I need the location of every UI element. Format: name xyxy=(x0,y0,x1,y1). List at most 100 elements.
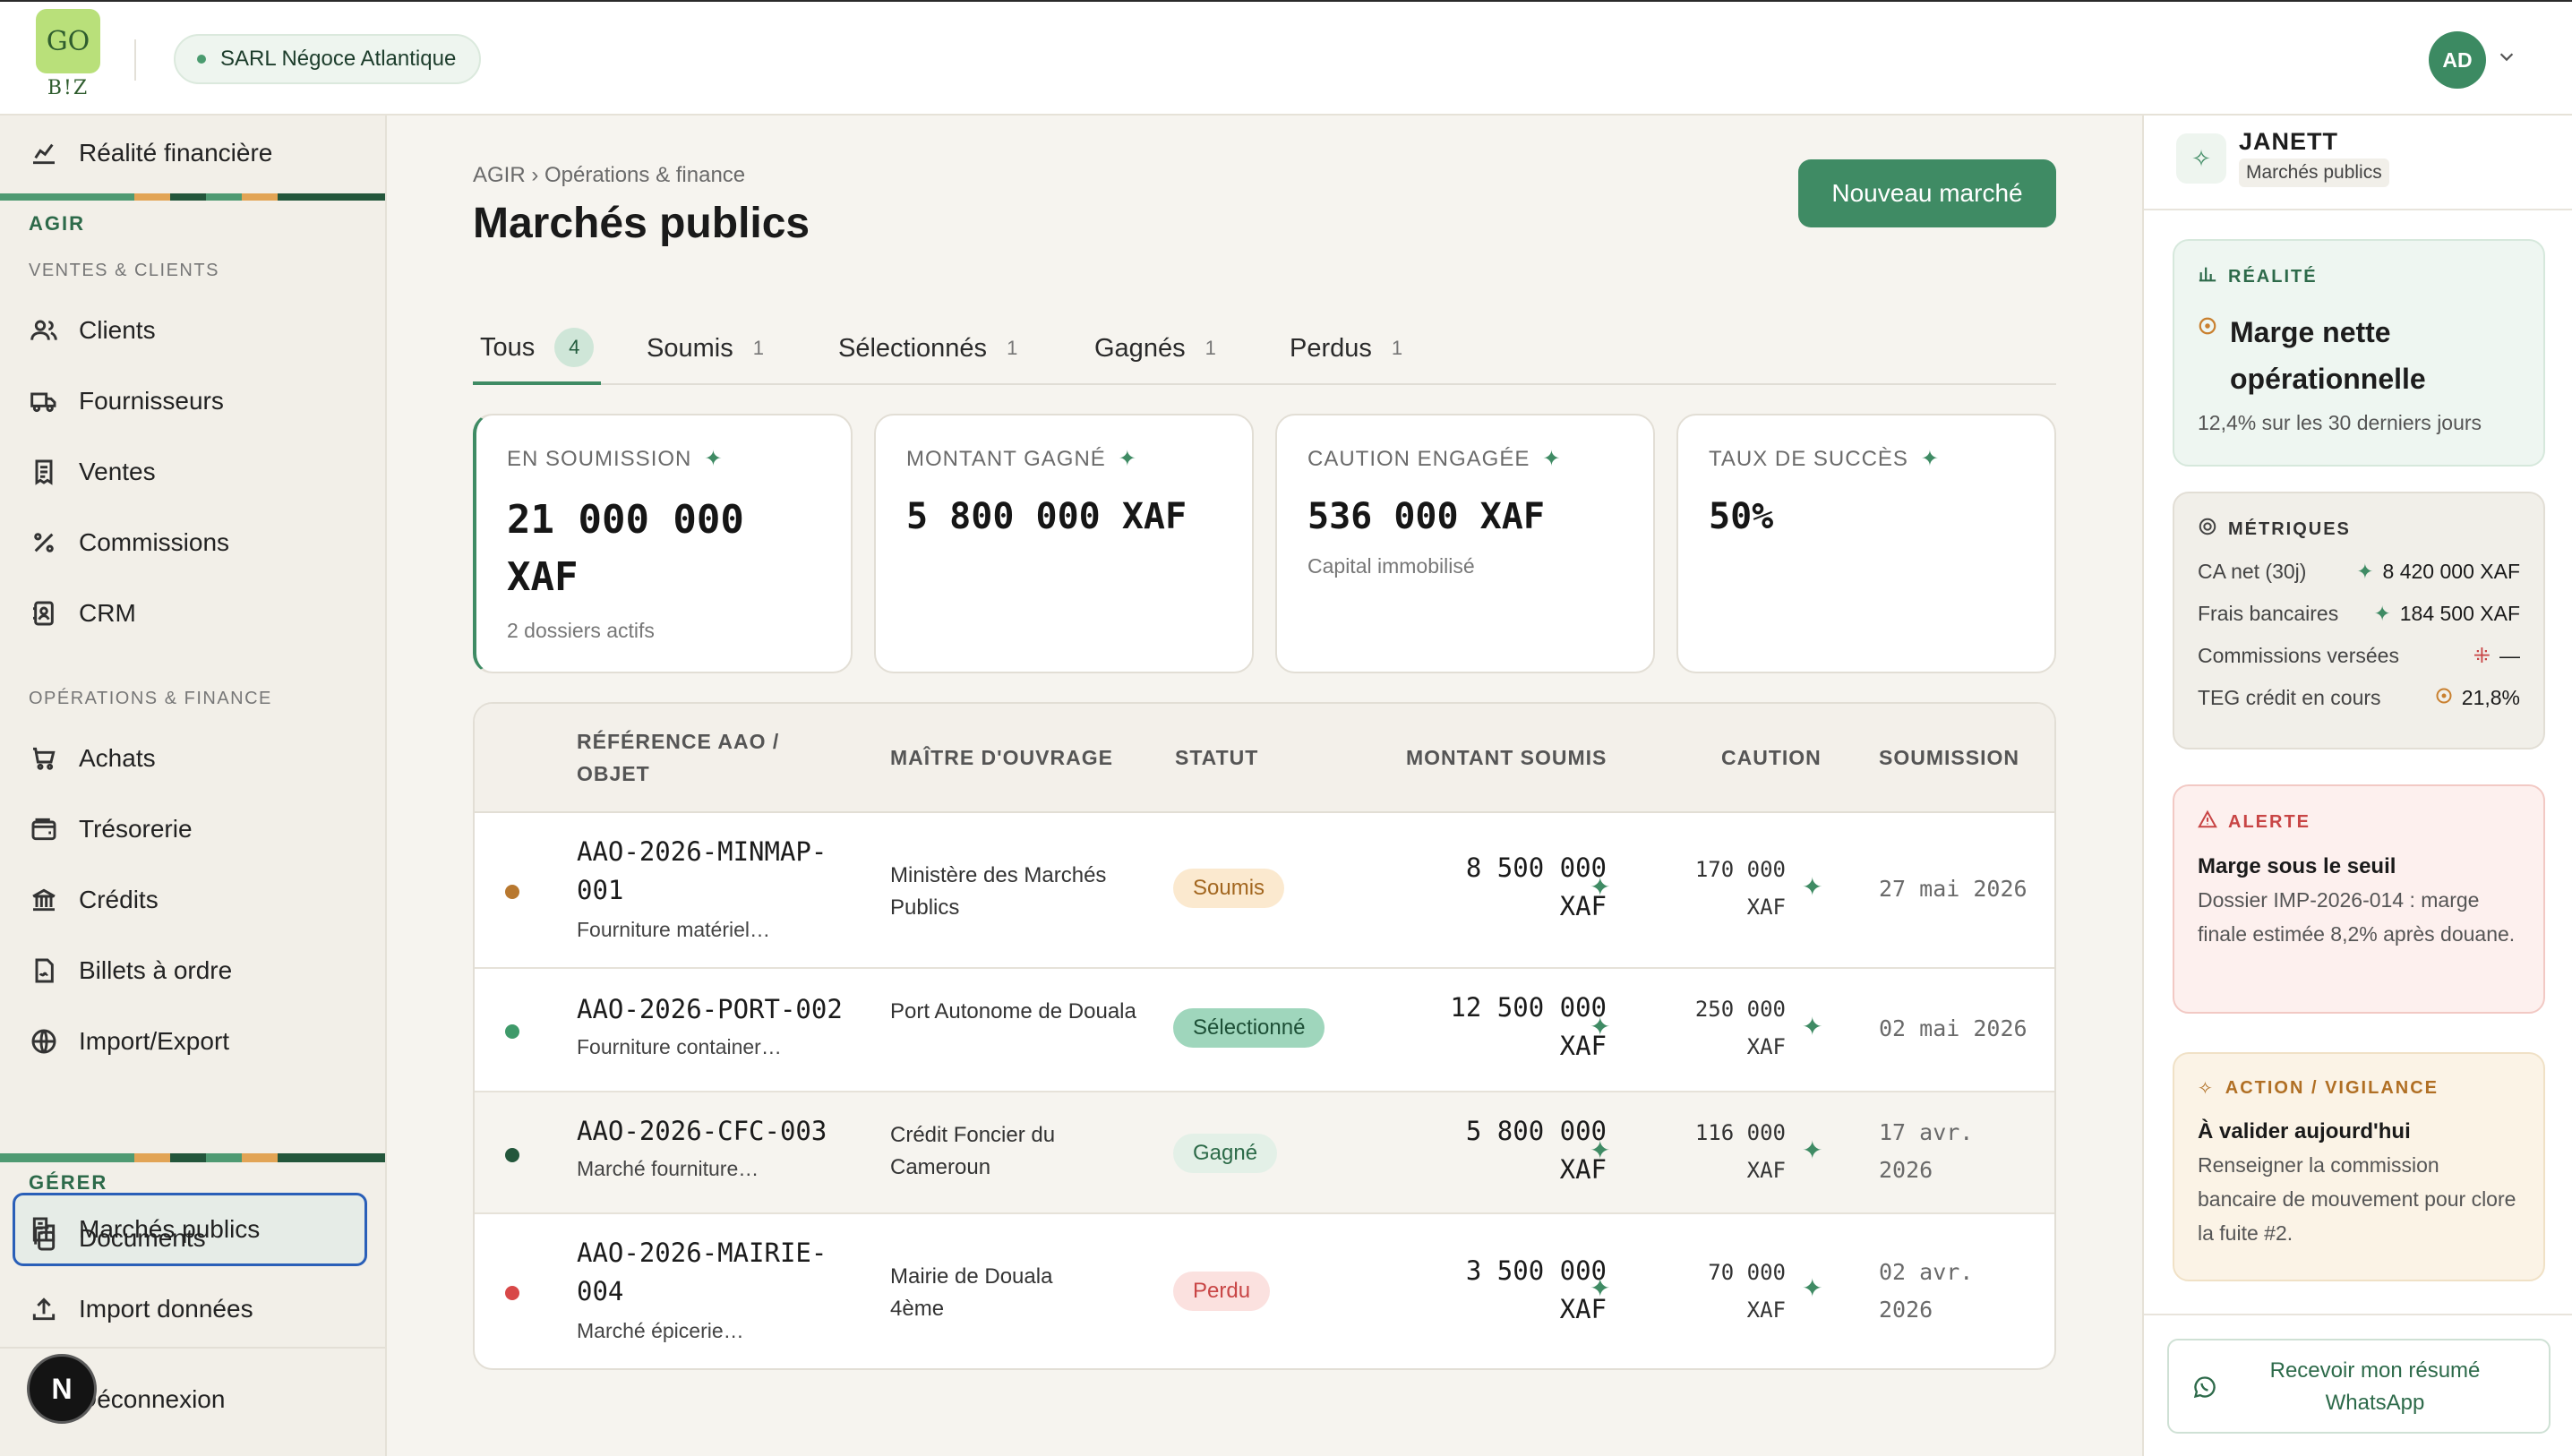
sidebar-item-tresorerie[interactable]: Trésorerie xyxy=(29,806,193,852)
status-badge: Sélectionné xyxy=(1173,1008,1325,1048)
assistant-fab[interactable]: N xyxy=(27,1354,97,1424)
row-reference: AAO-2026-CFC-003 Marché fourniture… xyxy=(577,1112,863,1183)
copy-icon xyxy=(29,1223,59,1254)
divider xyxy=(2144,1314,2572,1315)
gauge-icon xyxy=(2198,517,2217,542)
document-sign-icon xyxy=(29,955,59,986)
assistant-context: Marchés publics xyxy=(2239,158,2389,187)
sidebar-item-label: Billets à ordre xyxy=(79,956,233,984)
company-name: SARL Négoce Atlantique xyxy=(220,47,457,71)
sidebar-item-import-export[interactable]: Import/Export xyxy=(29,1018,229,1065)
metric-row: TEG crédit en cours 21,8% xyxy=(2198,686,2520,710)
assistant-name: JANETT xyxy=(2239,128,2339,155)
row-reference: AAO-2026-MAIRIE-004 Marché épicerie… xyxy=(577,1234,863,1345)
section-title-gerer-label: GÉRER xyxy=(29,1171,108,1194)
col-caution[interactable]: CAUTION xyxy=(1721,741,1822,774)
table-row[interactable]: AAO-2026-PORT-002 Fourniture container… … xyxy=(475,969,2054,1092)
table-header: RÉFÉRENCE AAO / OBJET MAÎTRE D'OUVRAGE S… xyxy=(475,704,2054,813)
col-soumission[interactable]: SOUMISSION xyxy=(1879,741,2019,774)
tab-soumis[interactable]: Soumis 1 xyxy=(639,313,771,383)
sidebar-item-achats[interactable]: Achats xyxy=(29,735,156,782)
card-body: Renseigner la commission bancaire de mou… xyxy=(2198,1153,2516,1245)
tab-count: 1 xyxy=(1205,337,1216,359)
sparkle-icon: ✦ xyxy=(1590,1274,1611,1302)
sidebar-item-realite[interactable]: Réalité financière xyxy=(29,130,272,176)
tab-tous[interactable]: Tous 4 xyxy=(473,313,602,385)
row-object: Marché épicerie… xyxy=(577,1319,744,1342)
sidebar-item-clients[interactable]: Clients xyxy=(29,307,156,354)
top-bar: GO B!Z SARL Négoce Atlantique AD xyxy=(0,0,2572,116)
logo-mark: GO xyxy=(36,9,100,73)
whatsapp-icon xyxy=(2192,1375,2217,1400)
col-maitre-ouvrage[interactable]: MAÎTRE D'OUVRAGE xyxy=(890,741,1113,774)
chevron-down-icon[interactable] xyxy=(2497,47,2516,72)
table-row[interactable]: AAO-2026-MINMAP-001 Fourniture matériel…… xyxy=(475,813,2054,969)
table-row[interactable]: AAO-2026-CFC-003 Marché fourniture… Créd… xyxy=(475,1092,2054,1214)
tab-selectionnes[interactable]: Sélectionnés 1 xyxy=(831,313,1025,383)
card-body: Dossier IMP-2026-014 : marge finale esti… xyxy=(2198,888,2516,946)
sidebar-item-label: Ventes xyxy=(79,458,156,485)
table-row[interactable]: AAO-2026-MAIRIE-004 Marché épicerie… Mai… xyxy=(475,1214,2054,1368)
kpi-montant-gagne: MONTANT GAGNÉ ✦ 5 800 000 XAF xyxy=(874,414,1254,673)
card-title: ALERTE xyxy=(2228,811,2311,832)
whatsapp-summary-button[interactable]: Recevoir mon résumé WhatsApp xyxy=(2167,1339,2551,1434)
sparkle-icon: ✦ xyxy=(1590,873,1611,901)
divider xyxy=(134,39,136,81)
col-reference[interactable]: RÉFÉRENCE AAO / OBJET xyxy=(577,725,810,790)
row-caution: 250 000 XAF xyxy=(1694,997,1786,1059)
assistant-header: ✧ JANETT Marchés publics xyxy=(2144,116,2572,210)
sidebar-item-label: Achats xyxy=(79,744,156,772)
sidebar-item-commissions[interactable]: Commissions xyxy=(29,519,229,566)
bank-icon xyxy=(29,885,59,915)
target-icon xyxy=(2198,316,2217,402)
tab-count: 1 xyxy=(1007,337,1018,359)
warning-icon xyxy=(2198,809,2217,835)
tab-gagnes[interactable]: Gagnés 1 xyxy=(1087,313,1223,383)
sidebar-item-billets[interactable]: Billets à ordre xyxy=(29,947,232,994)
section-title-agir: AGIR xyxy=(29,212,85,235)
tab-label: Tous xyxy=(480,332,536,362)
target-icon xyxy=(2435,686,2453,710)
kpi-label: MONTANT GAGNÉ xyxy=(906,446,1106,471)
tab-perdus[interactable]: Perdus 1 xyxy=(1282,313,1410,383)
sidebar-item-crm[interactable]: CRM xyxy=(29,590,136,637)
sidebar-item-label: Import/Export xyxy=(79,1027,230,1055)
globe-icon xyxy=(29,1026,59,1057)
row-caution: 170 000 XAF xyxy=(1694,857,1786,920)
sparkle-icon: ✦ xyxy=(1802,1136,1823,1164)
sidebar-item-label: Réalité financière xyxy=(79,139,273,167)
tab-label: Soumis xyxy=(647,333,733,363)
sparkle-icon: ✦ xyxy=(1118,447,1137,471)
metric-row: Frais bancaires ✦ 184 500 XAF xyxy=(2198,602,2520,625)
tab-count: 4 xyxy=(554,328,595,367)
col-montant[interactable]: MONTANT SOUMIS xyxy=(1406,741,1607,774)
sidebar-item-documents[interactable]: Documents xyxy=(29,1215,206,1262)
col-statut[interactable]: STATUT xyxy=(1175,741,1258,774)
avatar[interactable]: AD xyxy=(2429,31,2486,89)
upload-icon xyxy=(29,1294,59,1324)
tab-count: 1 xyxy=(752,337,764,359)
sidebar-item-credits[interactable]: Crédits xyxy=(29,877,159,923)
kpi-label: TAUX DE SUCCÈS xyxy=(1709,446,1908,471)
metrics-card: MÉTRIQUES CA net (30j) ✦ 8 420 000 XAF Fr… xyxy=(2173,492,2545,749)
assistant-panel: ✧ JANETT Marchés publics RÉALITÉ Marge n… xyxy=(2142,116,2572,1456)
sidebar-item-label: Déconnexion xyxy=(79,1385,226,1413)
kpi-value: 21 000 000 XAF xyxy=(507,497,744,600)
sparkles-icon: ✧ xyxy=(2198,1079,2215,1099)
app-logo[interactable]: GO B!Z xyxy=(36,9,100,106)
sidebar-item-ventes[interactable]: Ventes xyxy=(29,449,156,495)
logo-sub: B!Z xyxy=(47,77,90,99)
kpi-note: 2 dossiers actifs xyxy=(507,619,655,642)
alert-card: ALERTE Marge sous le seuil Dossier IMP-2… xyxy=(2173,784,2545,1014)
sidebar-item-fournisseurs[interactable]: Fournisseurs xyxy=(29,378,224,424)
row-amount: 8 500 000 XAF xyxy=(1465,852,1607,921)
bar-chart-icon xyxy=(2198,264,2217,289)
company-switcher[interactable]: SARL Négoce Atlantique xyxy=(174,34,482,84)
percent-icon xyxy=(29,527,59,558)
divider xyxy=(0,1347,385,1349)
sidebar-item-import-donnees[interactable]: Import données xyxy=(29,1286,253,1332)
row-amount: 5 800 000 XAF xyxy=(1465,1116,1607,1185)
status-badge: Perdu xyxy=(1173,1272,1271,1311)
new-market-button[interactable]: Nouveau marché xyxy=(1798,159,2056,227)
row-reference: AAO-2026-MINMAP-001 Fourniture matériel… xyxy=(577,833,863,944)
